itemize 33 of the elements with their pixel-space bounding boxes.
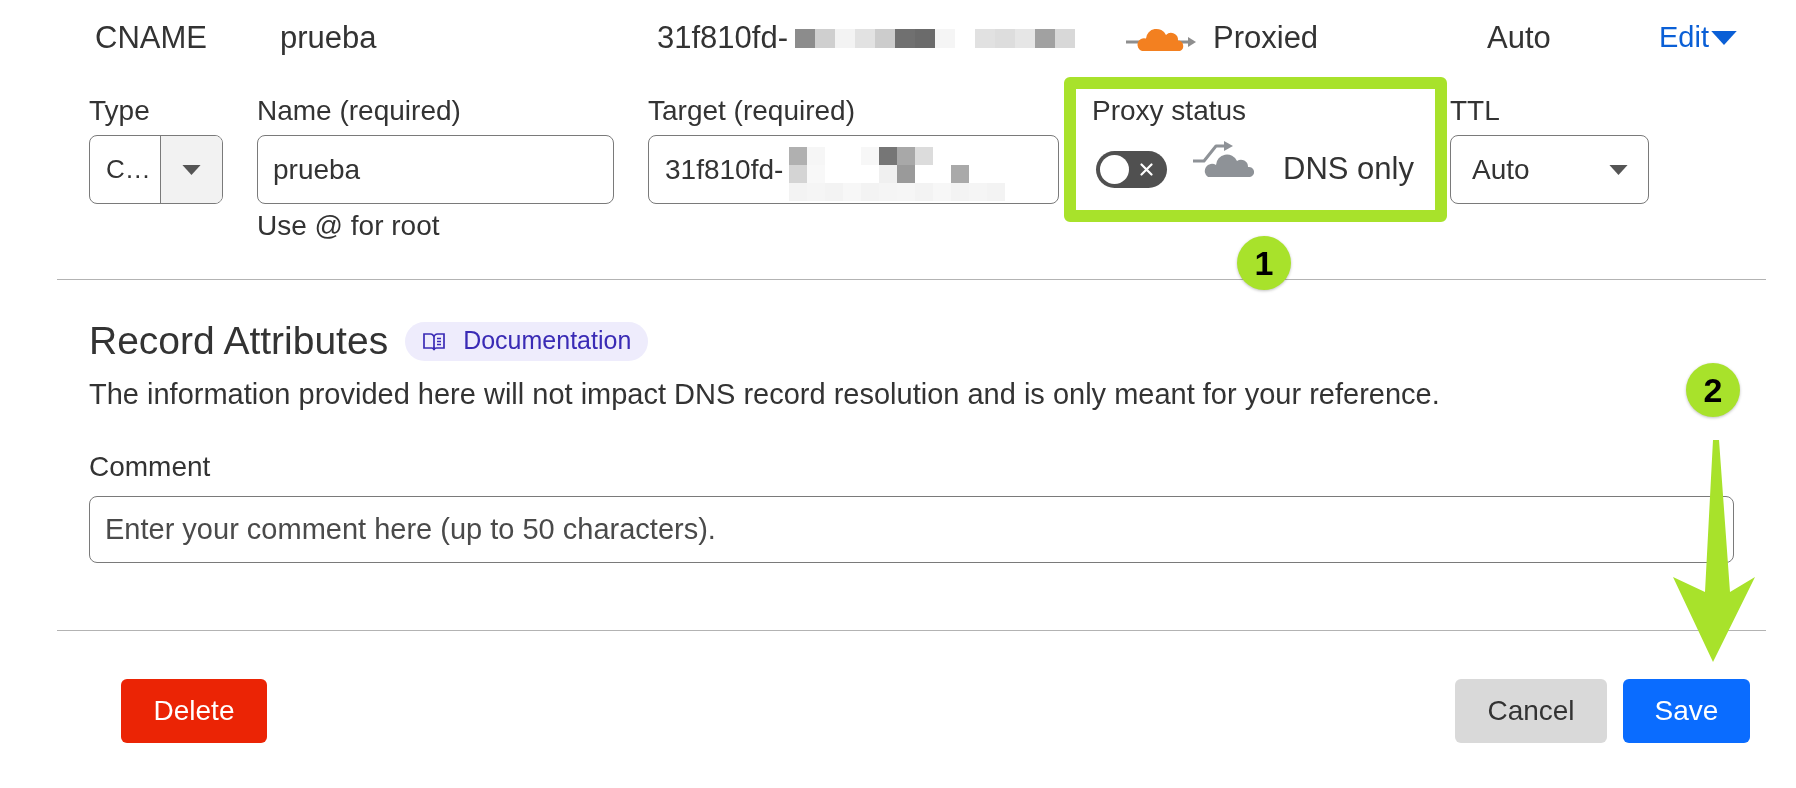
- ttl-select[interactable]: Auto: [1450, 135, 1649, 204]
- save-button[interactable]: Save: [1623, 679, 1750, 743]
- target-input[interactable]: 31f810fd-: [648, 135, 1059, 204]
- record-ttl: Auto: [1487, 18, 1552, 57]
- caret-icon: [1609, 164, 1628, 175]
- documentation-link[interactable]: Documentation: [405, 321, 649, 361]
- record-proxy-status: Proxied: [1213, 18, 1319, 57]
- record-content: 31f810fd-: [657, 18, 788, 57]
- proxy-status-text: DNS only: [1283, 150, 1414, 189]
- book-icon: [423, 331, 446, 351]
- delete-button[interactable]: Delete: [121, 679, 267, 743]
- field-label: Target (required): [648, 94, 856, 128]
- caret-icon: [182, 164, 201, 175]
- field-label: Comment: [89, 450, 211, 484]
- step-number-badge: 1: [1237, 236, 1291, 290]
- section-title: Record Attributes: [89, 318, 389, 364]
- field-label: Name (required): [257, 94, 462, 128]
- edit-link[interactable]: Edit: [1659, 16, 1737, 60]
- caret-icon: [1711, 31, 1737, 45]
- type-select[interactable]: C…: [89, 135, 223, 204]
- cancel-button[interactable]: Cancel: [1455, 679, 1607, 743]
- step-number-badge: 2: [1686, 363, 1740, 417]
- field-label: TTL: [1450, 94, 1501, 128]
- proxy-toggle[interactable]: [1096, 151, 1167, 188]
- comment-input[interactable]: Enter your comment here (up to 50 characters).: [89, 496, 1734, 563]
- record-name: prueba: [280, 18, 378, 57]
- section-description: The information provided here will not impact DNS record resolution and is only meant for your reference.: [89, 377, 1440, 411]
- field-label: Type: [89, 94, 151, 128]
- field-label: Proxy status: [1092, 94, 1248, 128]
- field-hint: Use @ for root: [257, 209, 441, 243]
- record-type: CNAME: [95, 18, 208, 57]
- name-input[interactable]: prueba: [257, 135, 614, 204]
- cross-icon: [1140, 163, 1153, 176]
